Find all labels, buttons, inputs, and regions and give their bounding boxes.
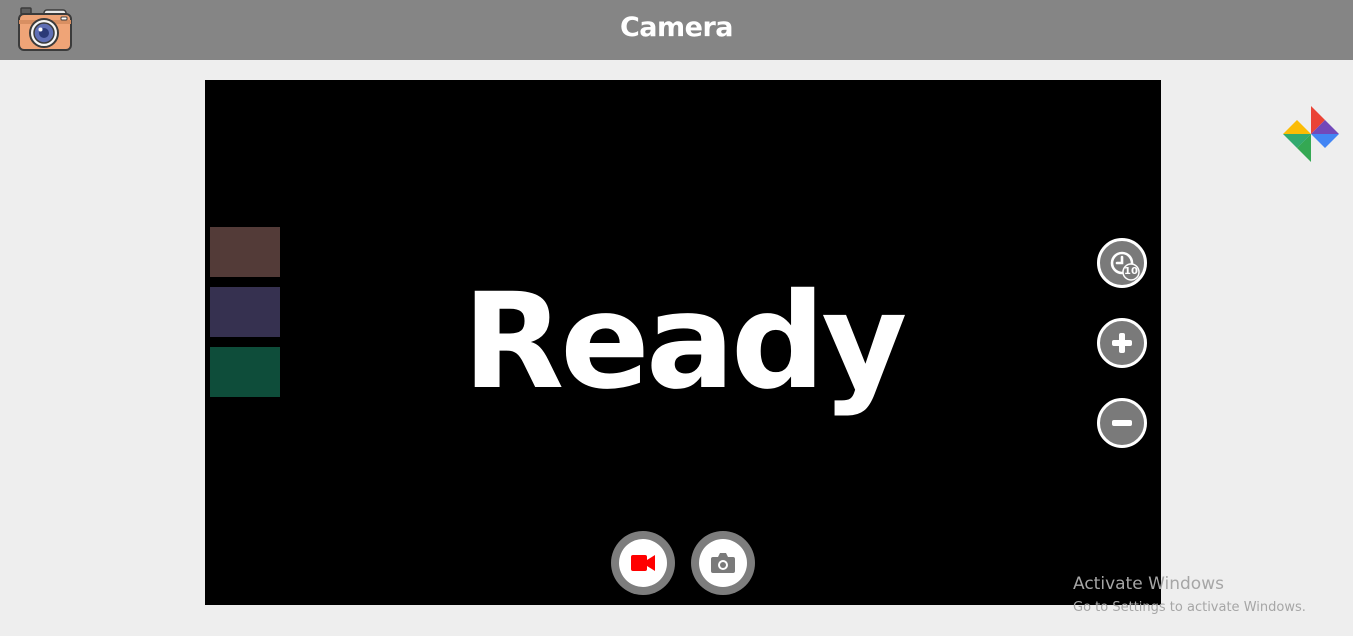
camera-icon (711, 553, 735, 573)
timer-icon (1110, 251, 1140, 281)
capture-photo-button[interactable] (691, 531, 755, 595)
top-bar: Camera (0, 0, 1353, 60)
plus-icon (1112, 333, 1132, 353)
app-title: Camera (619, 12, 734, 43)
minus-icon (1112, 420, 1132, 426)
activate-windows-title: Activate Windows (1073, 574, 1224, 594)
pinwheel-photos-icon[interactable] (1281, 104, 1341, 164)
zoom-in-button[interactable] (1097, 318, 1147, 368)
status-text: Ready (462, 265, 908, 419)
video-camera-icon (631, 555, 655, 571)
timer-badge: 10 (1124, 266, 1138, 277)
camera-viewport[interactable]: Ready 10 (205, 80, 1161, 605)
record-video-button[interactable] (611, 531, 675, 595)
timer-button[interactable]: 10 (1097, 238, 1147, 288)
zoom-out-button[interactable] (1097, 398, 1147, 448)
activate-windows-subtitle: Go to Settings to activate Windows. (1073, 600, 1306, 615)
